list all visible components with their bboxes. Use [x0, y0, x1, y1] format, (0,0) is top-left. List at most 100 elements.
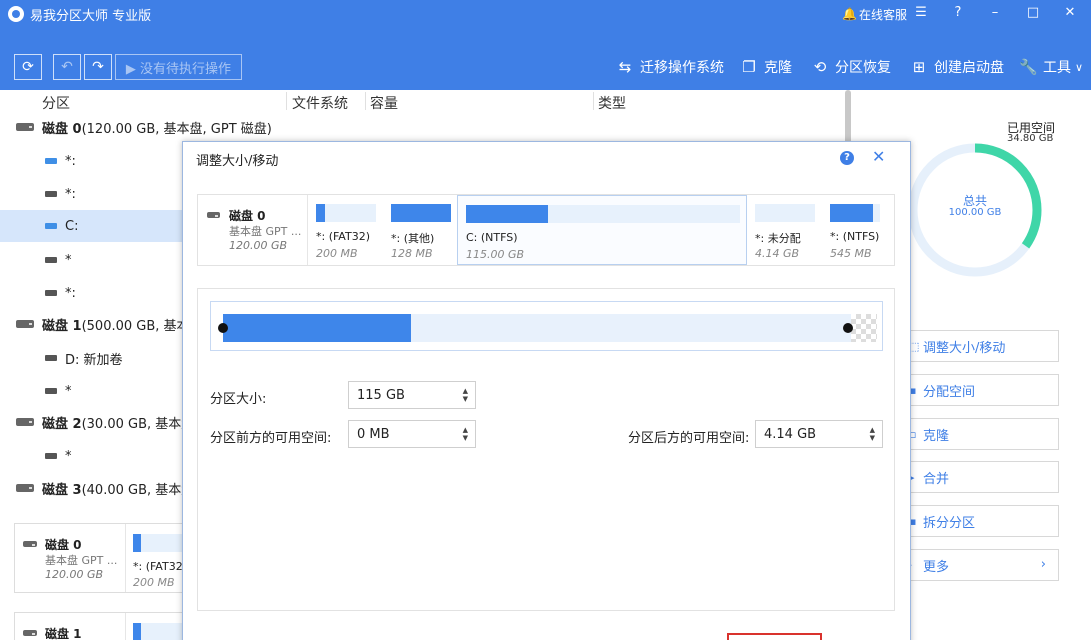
close-button[interactable]: ✕	[1059, 3, 1081, 23]
partition-segment[interactable]: *: (NTFS) 545 MB	[822, 195, 894, 265]
tools-menu-button[interactable]: 🔧 工具 ∨	[1019, 56, 1083, 78]
dialog-title: 调整大小/移动	[196, 154, 279, 169]
windows-partition-icon	[45, 223, 57, 229]
create-boot-disk-button[interactable]: ⊞ 创建启动盘	[910, 56, 1004, 78]
column-separator	[286, 92, 287, 110]
maximize-button[interactable]: □	[1022, 3, 1044, 23]
tree-disk-3[interactable]: 磁盘 3 (40.00 GB, 基本盘	[0, 477, 194, 499]
recovery-icon: ⟲	[813, 58, 827, 76]
chevron-right-icon: ›	[1040, 557, 1046, 572]
refresh-button[interactable]: ⟳	[14, 54, 42, 80]
tree-partition[interactable]: *	[0, 249, 72, 271]
slider-right-handle[interactable]	[843, 323, 853, 333]
help-icon[interactable]: ?	[840, 151, 854, 165]
app-title: 易我分区大师 专业版	[30, 9, 152, 24]
migrate-os-button[interactable]: ⇆ 迁移操作系统	[616, 56, 724, 78]
allocate-icon: ▪	[909, 383, 917, 397]
column-filesystem[interactable]: 文件系统	[292, 93, 348, 113]
disk-icon	[16, 320, 34, 328]
card-divider	[125, 613, 126, 640]
tree-partition[interactable]: *:	[0, 282, 76, 304]
menu-icon[interactable]: ☰	[910, 3, 932, 23]
space-before-label: 分区前方的可用空间:	[210, 431, 332, 446]
partition-segment[interactable]: *: (其他) 128 MB	[383, 195, 458, 265]
partition-icon	[45, 158, 57, 164]
disk-icon	[16, 123, 34, 131]
tree-disk-1[interactable]: 磁盘 1 (500.00 GB, 基本盘	[0, 313, 203, 335]
online-help-link[interactable]: 🔔 在线客服	[842, 4, 907, 24]
minimize-button[interactable]: –	[984, 3, 1006, 23]
partition-icon	[45, 388, 57, 394]
tree-disk-2[interactable]: 磁盘 2 (30.00 GB, 基本盘	[0, 411, 194, 433]
spinner-arrows-icon[interactable]: ▲ ▼	[870, 426, 875, 442]
pending-operations-button[interactable]: ▶ 没有待执行操作	[115, 54, 242, 80]
action-clone[interactable]: ▫ 克隆	[898, 418, 1059, 450]
column-partition[interactable]: 分区	[42, 93, 70, 113]
disk-icon	[23, 630, 37, 636]
action-resize-move[interactable]: ⬚ 调整大小/移动	[898, 330, 1059, 362]
merge-icon: ▸	[909, 470, 915, 484]
redo-button[interactable]: ↷	[84, 54, 112, 80]
space-before-input[interactable]: 0 MB ▲ ▼	[348, 420, 476, 448]
ok-button-highlighted[interactable]	[727, 633, 822, 640]
undo-icon: ↶	[61, 59, 73, 75]
help-icon[interactable]: ?	[947, 3, 969, 23]
disk-icon	[16, 418, 34, 426]
partition-usage-bar	[133, 534, 183, 552]
partition-usage-bar	[466, 205, 740, 223]
partition-icon	[45, 453, 57, 459]
partition-resize-slider[interactable]	[210, 301, 883, 351]
action-merge[interactable]: ▸ 合并	[898, 461, 1059, 493]
partition-size-label: 分区大小:	[210, 392, 267, 407]
tree-partition[interactable]: *:	[0, 150, 76, 172]
partition-icon	[45, 355, 57, 361]
resize-move-dialog: 调整大小/移动 ? ✕ 磁盘 0 基本盘 GPT ... 120.00 GB *…	[182, 141, 911, 640]
spinner-arrows-icon[interactable]: ▲ ▼	[463, 387, 468, 403]
unallocated-bar	[755, 204, 815, 222]
space-after-input[interactable]: 4.14 GB ▲ ▼	[755, 420, 883, 448]
disk-icon	[207, 212, 220, 218]
tree-partition[interactable]: *:	[0, 183, 76, 205]
clone-button[interactable]: ❐ 克隆	[740, 56, 792, 78]
tree-partition[interactable]: *	[0, 380, 72, 402]
column-separator	[593, 92, 594, 110]
title-bar: 易我分区大师 专业版 🔔 在线客服 ☰ ? – □ ✕ ⟳ ↶ ↷ ▶ 没有待执…	[0, 0, 1091, 90]
action-allocate-space[interactable]: ▪ 分配空间	[898, 374, 1059, 406]
redo-icon: ↷	[92, 59, 104, 75]
partition-segment-selected[interactable]: C: (NTFS) 115.00 GB	[457, 195, 747, 265]
resize-icon: ⬚	[909, 339, 920, 353]
clone-icon: ▫	[909, 427, 917, 441]
partition-size-input[interactable]: 115 GB ▲ ▼	[348, 381, 476, 409]
dialog-close-button[interactable]: ✕	[872, 147, 885, 166]
resize-area: 分区大小: 115 GB ▲ ▼ 分区前方的可用空间: 0 MB ▲ ▼ 分区后方的…	[197, 288, 895, 611]
space-after-label: 分区后方的可用空间:	[628, 431, 750, 446]
tree-disk-0[interactable]: 磁盘 0 (120.00 GB, 基本盘, GPT 磁盘)	[0, 116, 272, 138]
undo-button[interactable]: ↶	[53, 54, 81, 80]
total-value: 100.00 GB	[948, 207, 1002, 218]
app-logo-icon	[8, 6, 24, 22]
migrate-icon: ⇆	[618, 58, 632, 76]
column-capacity[interactable]: 容量	[370, 93, 398, 113]
partition-recovery-button[interactable]: ⟲ 分区恢复	[811, 56, 891, 78]
partition-usage-bar	[391, 204, 451, 222]
windows-icon: ⊞	[912, 58, 926, 76]
spinner-arrows-icon[interactable]: ▲ ▼	[463, 426, 468, 442]
tree-partition[interactable]: *	[0, 445, 72, 467]
partition-icon	[45, 257, 57, 263]
partition-icon	[45, 191, 57, 197]
clone-icon: ❐	[742, 58, 756, 76]
action-split-partition[interactable]: ▪ 拆分分区	[898, 505, 1059, 537]
tree-partition-selected[interactable]: C:	[0, 210, 182, 242]
partition-segment[interactable]: *: (FAT32) 200 MB	[308, 195, 383, 265]
wrench-icon: 🔧	[1019, 58, 1038, 76]
partition-segment-unallocated[interactable]: *: 未分配 4.14 GB	[747, 195, 822, 265]
disk-icon	[16, 484, 34, 492]
column-type[interactable]: 类型	[598, 93, 626, 113]
disk-map-card[interactable]: 磁盘 1	[14, 612, 184, 640]
slider-left-handle[interactable]	[218, 323, 228, 333]
split-icon: ▪	[909, 514, 917, 528]
action-more[interactable]: ·更多›	[898, 549, 1059, 581]
disk-partition-map: 磁盘 0 基本盘 GPT ... 120.00 GB *: (FAT32) 20…	[197, 194, 895, 266]
tree-partition[interactable]: D: 新加卷	[0, 347, 123, 369]
disk-map-card[interactable]: 磁盘 0 基本盘 GPT ... 120.00 GB *: (FAT32 200…	[14, 523, 184, 593]
